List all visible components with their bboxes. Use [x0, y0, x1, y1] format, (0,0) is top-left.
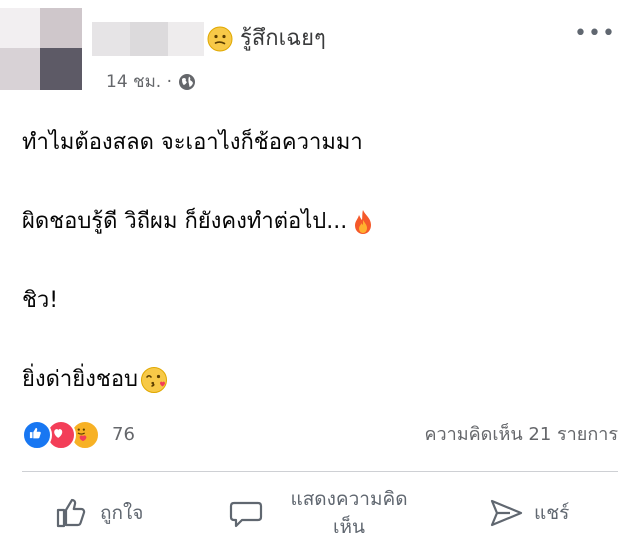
post-header: รู้สึกเฉยๆ ••• 14 ชม. · [0, 0, 640, 100]
globe-icon [179, 73, 195, 90]
reaction-icons[interactable] [22, 420, 100, 450]
thumbs-up-icon [56, 498, 86, 528]
like-label: ถูกใจ [100, 502, 144, 524]
post-actions: ถูกใจ แสดงความคิด เห็น แชร์ [0, 478, 640, 548]
fire-icon [355, 210, 372, 234]
neutral-face-icon [207, 26, 233, 52]
reaction-count[interactable]: 76 [112, 422, 135, 448]
post-meta: 14 ชม. · [106, 68, 196, 95]
comment-button[interactable]: แสดงความคิด เห็น [228, 478, 424, 548]
post-paragraph: ผิดชอบรู้ดี วิถีผม ก็ยังคงทำต่อไป... [22, 197, 622, 247]
kissing-face-icon [141, 367, 168, 393]
share-button[interactable]: แชร์ [488, 478, 569, 548]
more-options-button[interactable]: ••• [574, 22, 616, 46]
post-body: ทำไมต้องสลด จะเอาไงก็ช้อความมา ผิดชอบรู้… [22, 118, 622, 434]
comment-count-link[interactable]: ความคิดเห็น 21 รายการ [424, 422, 618, 448]
post-paragraph: ชิว! [22, 288, 59, 313]
post-paragraph: ยิ่งด่ายิ่งชอบ [22, 355, 622, 405]
share-label: แชร์ [534, 502, 570, 524]
author-name-blurred[interactable] [92, 22, 204, 56]
like-button[interactable]: ถูกใจ [54, 478, 143, 548]
comment-label: แสดงความคิด เห็น [290, 488, 408, 538]
timestamp[interactable]: 14 ชม. · [106, 68, 172, 95]
share-arrow-icon [490, 499, 523, 527]
comment-bubble-icon [229, 501, 263, 528]
feeling-text: รู้สึกเฉยๆ [240, 26, 326, 51]
avatar[interactable] [0, 8, 82, 90]
divider [22, 471, 618, 472]
post-paragraph: ทำไมต้องสลด จะเอาไงก็ช้อความมา [22, 130, 363, 155]
like-reaction-icon [22, 420, 52, 450]
reaction-stats: 76 ความคิดเห็น 21 รายการ [22, 420, 622, 450]
